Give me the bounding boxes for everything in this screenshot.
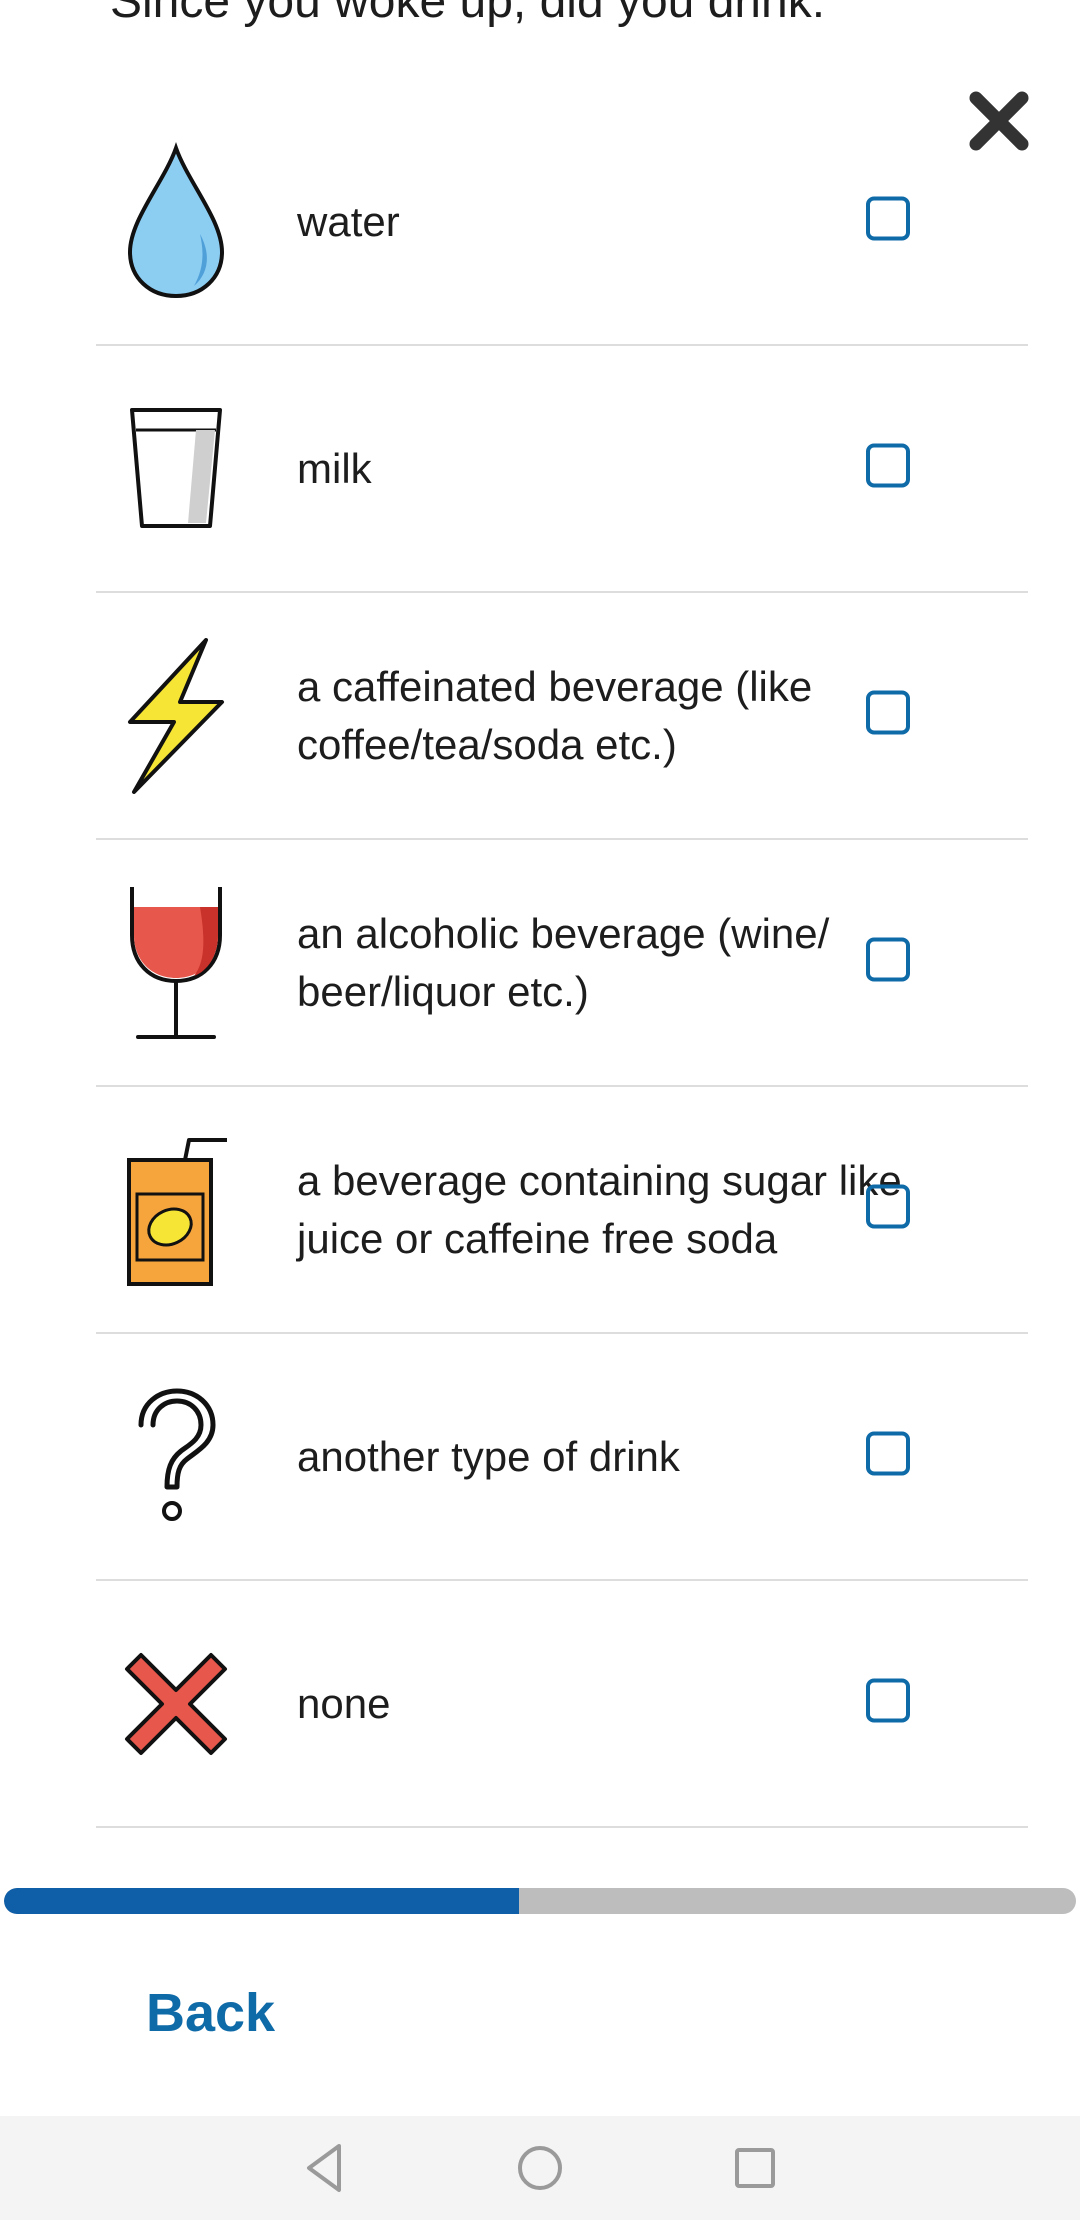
option-checkbox[interactable] <box>866 1677 910 1722</box>
option-sugar-beverage[interactable]: a beverage containing sugar like juice o… <box>96 1087 1028 1334</box>
question-title: Since you woke up, did you drink: <box>110 0 826 28</box>
lightning-bolt-icon <box>116 636 236 796</box>
option-label: water <box>297 197 400 245</box>
option-checkbox[interactable] <box>866 195 910 240</box>
progress-bar-fill <box>4 1888 519 1914</box>
nav-back-button[interactable] <box>295 2138 355 2198</box>
system-navigation-bar <box>0 2116 1080 2220</box>
survey-screen: Since you woke up, did you drink: water <box>0 0 1080 2220</box>
question-mark-icon <box>116 1377 236 1537</box>
option-label: another type of drink <box>297 1432 680 1480</box>
nav-recents-button[interactable] <box>725 2138 785 2198</box>
option-label: a caffeinated beverage (like coffee/tea/… <box>297 662 813 768</box>
option-checkbox[interactable] <box>866 442 910 487</box>
juice-box-icon <box>116 1130 236 1290</box>
option-checkbox[interactable] <box>866 1183 910 1228</box>
drink-option-list: water milk a caffeinated beverage (like … <box>96 99 1028 1828</box>
circle-home-icon <box>518 2146 562 2190</box>
option-checkbox[interactable] <box>866 936 910 981</box>
nav-home-button[interactable] <box>510 2138 570 2198</box>
water-drop-icon <box>116 141 236 302</box>
option-another-drink[interactable]: another type of drink <box>96 1334 1028 1581</box>
triangle-back-icon <box>307 2144 341 2192</box>
milk-glass-icon <box>116 389 236 549</box>
red-x-icon <box>116 1624 236 1784</box>
option-water[interactable]: water <box>96 99 1028 346</box>
square-recents-icon <box>735 2148 775 2188</box>
option-label: a beverage containing sugar like juice o… <box>297 1156 902 1262</box>
back-button[interactable]: Back <box>146 1980 275 2046</box>
option-checkbox[interactable] <box>866 689 910 734</box>
option-label: milk <box>297 444 372 492</box>
wine-glass-icon <box>116 883 236 1043</box>
option-label: none <box>297 1679 391 1727</box>
option-label: an alcoholic beverage (wine/ beer/liquor… <box>297 909 830 1015</box>
option-none[interactable]: none <box>96 1581 1028 1828</box>
option-alcoholic[interactable]: an alcoholic beverage (wine/ beer/liquor… <box>96 840 1028 1087</box>
option-caffeinated[interactable]: a caffeinated beverage (like coffee/tea/… <box>96 593 1028 840</box>
option-milk[interactable]: milk <box>96 346 1028 593</box>
option-checkbox[interactable] <box>866 1430 910 1475</box>
progress-bar <box>4 1888 1076 1914</box>
